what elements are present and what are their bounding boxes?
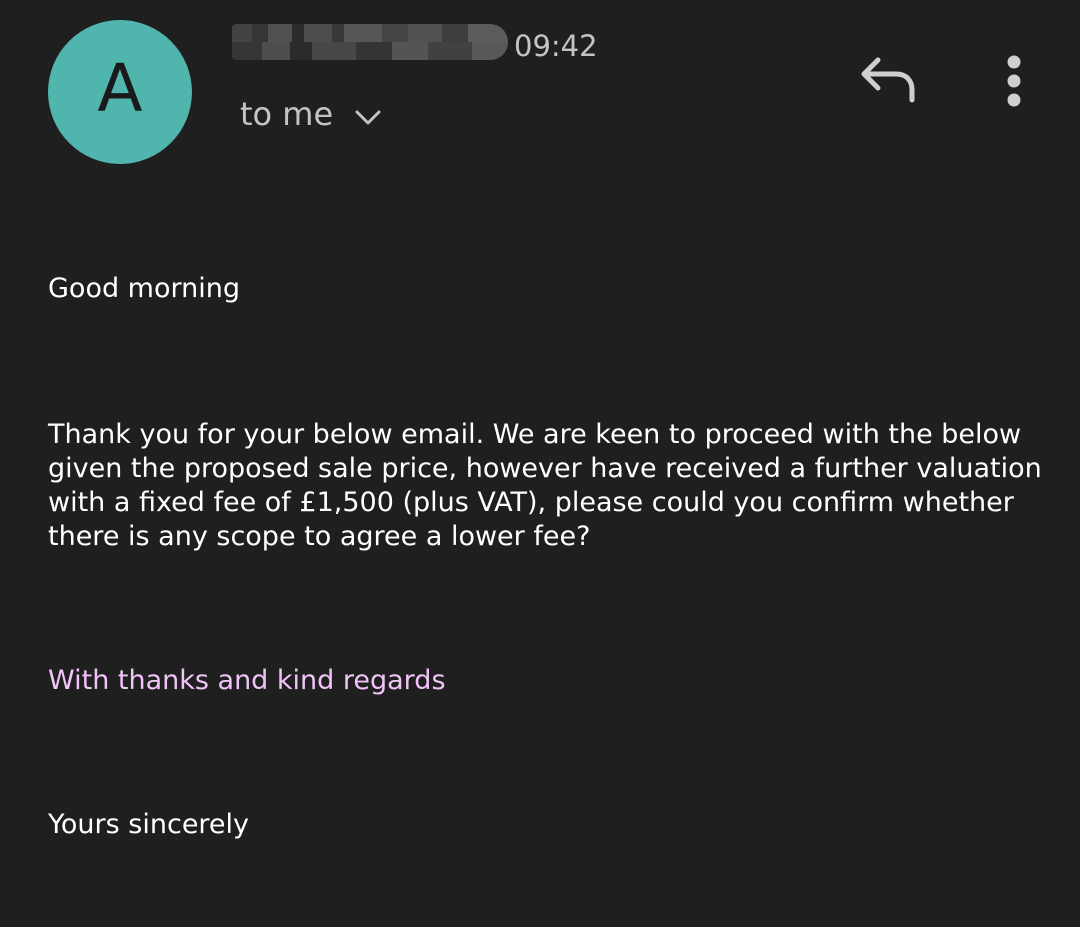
email-greeting: Good morning [48, 273, 240, 304]
more-vert-icon[interactable] [998, 52, 1030, 112]
avatar[interactable]: A [48, 20, 192, 164]
recipient-label: to me [240, 95, 334, 133]
email-paragraph: Thank you for your below email. We are k… [48, 419, 1042, 552]
reply-icon[interactable] [856, 54, 920, 106]
email-time: 09:42 [514, 29, 598, 63]
recipient-details-toggle[interactable]: to me [240, 94, 383, 134]
sender-name-redacted [232, 24, 508, 60]
email-closing: Yours sincerely [48, 809, 250, 840]
chevron-down-icon [355, 110, 381, 125]
email-view: A 09:42 to me Good morning Thank you for… [0, 0, 1080, 927]
avatar-letter: A [97, 50, 143, 127]
email-signoff: With thanks and kind regards [48, 665, 446, 696]
